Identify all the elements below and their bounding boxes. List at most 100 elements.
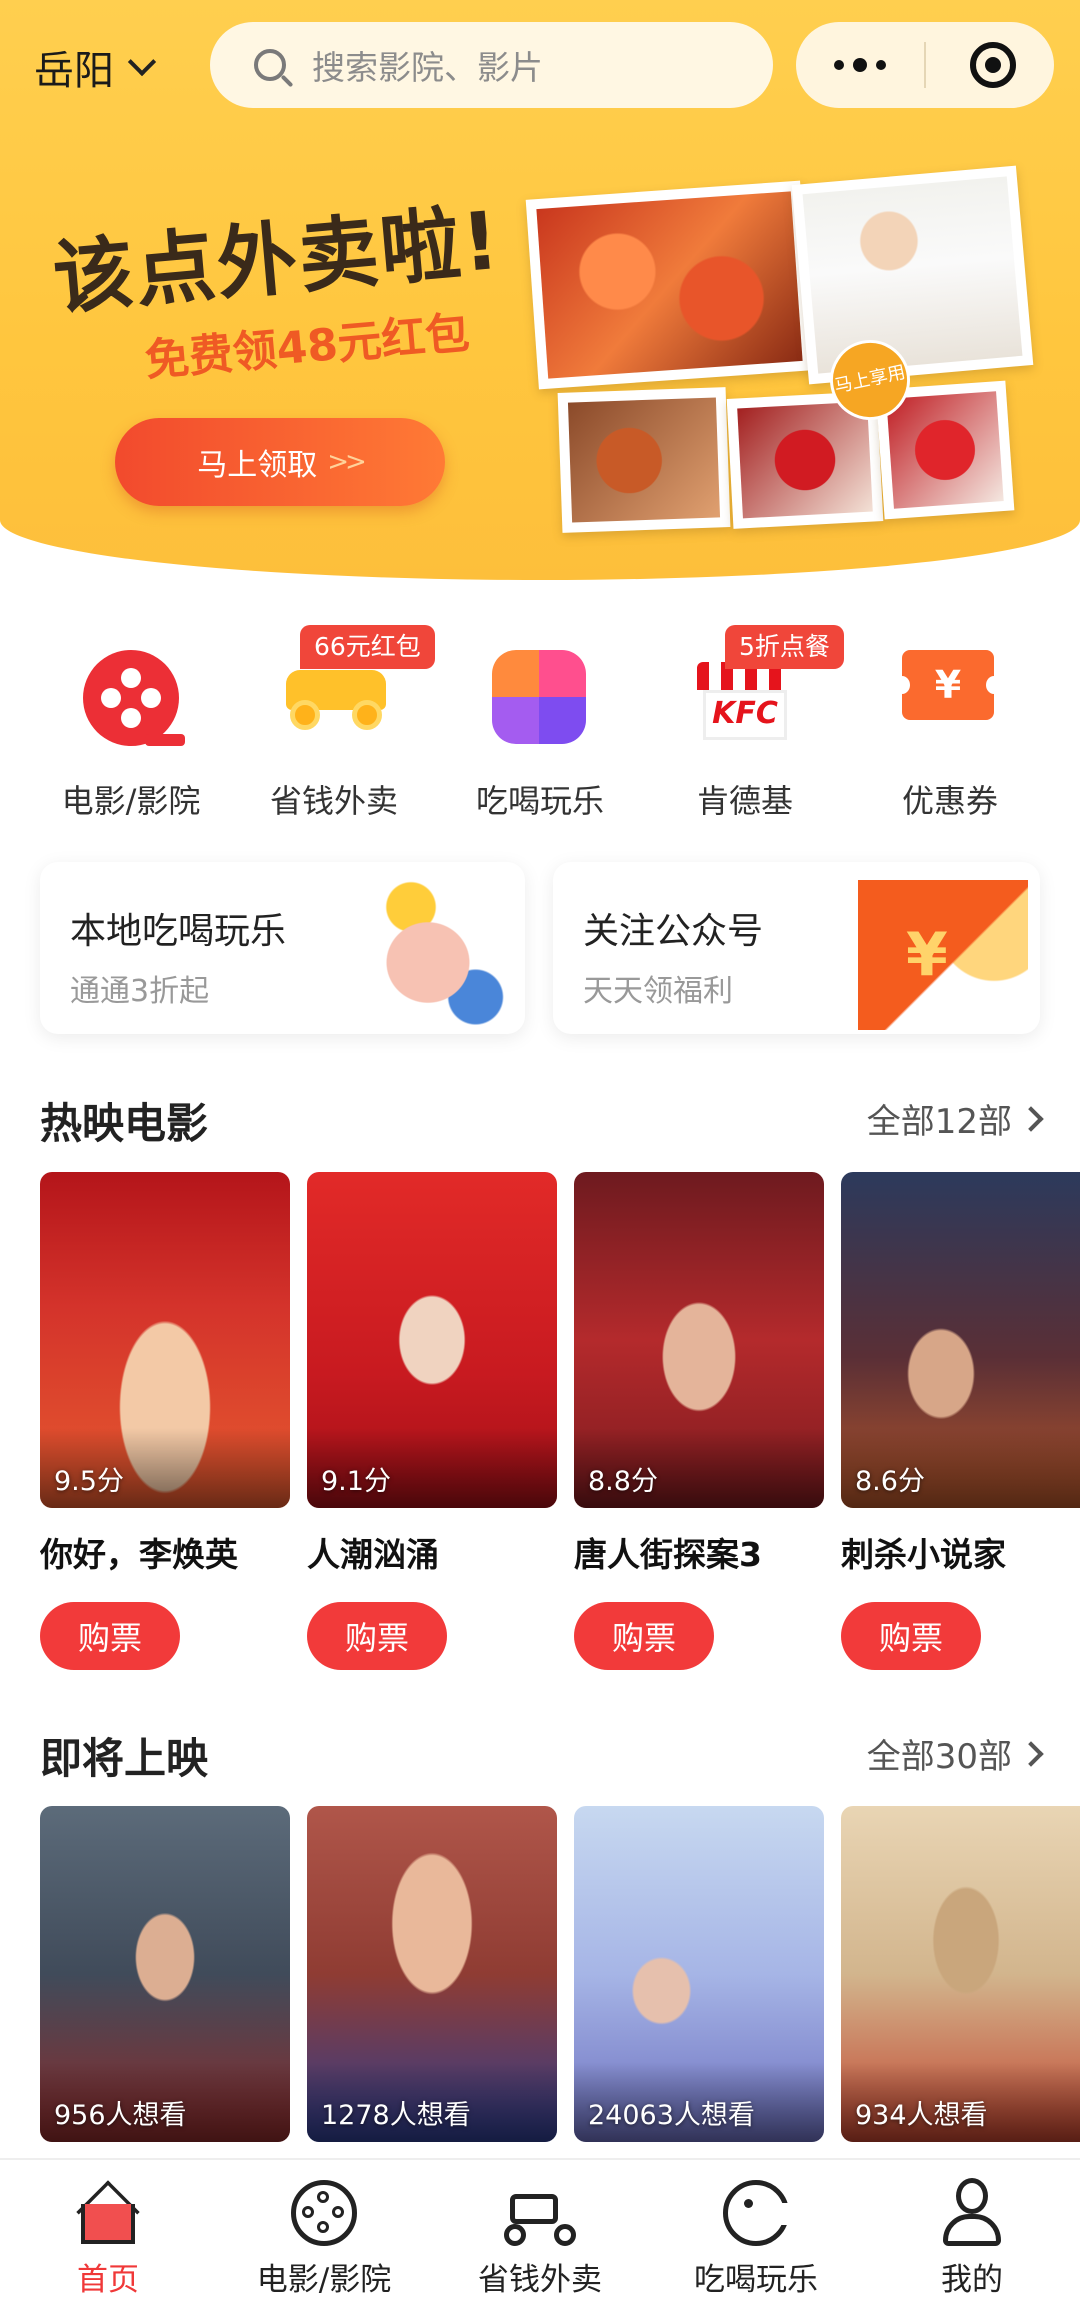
tab-label: 电影/影院 xyxy=(256,2262,392,2298)
kfc-logo-text: KFC xyxy=(712,696,778,731)
movie-score: 9.5分 xyxy=(54,1466,124,1497)
banner-food-photo-crayfish xyxy=(557,387,731,533)
want-to-see-count: 1278人想看 xyxy=(321,2100,471,2131)
red-envelope-illustration: ¥ xyxy=(858,880,1028,1030)
upcoming-movie-card[interactable]: 956人想看 xyxy=(40,1806,290,2142)
movie-score: 8.8分 xyxy=(588,1466,658,1497)
view-all-coming-soon-link[interactable]: 全部30部 xyxy=(866,1729,1044,1778)
entry-label: 省钱外卖 xyxy=(269,782,398,820)
want-to-see-count: 956人想看 xyxy=(54,2100,187,2131)
red-packet-badge: 66元红包 xyxy=(300,625,435,669)
upcoming-movie-card[interactable]: 934人想看 xyxy=(841,1806,1080,2142)
tab-label: 吃喝玩乐 xyxy=(694,2262,818,2298)
movie-poster[interactable]: 8.8分 xyxy=(574,1172,824,1508)
search-input[interactable]: 搜索影院、影片 xyxy=(210,22,773,108)
pig-mascot-illustration xyxy=(343,880,513,1030)
entry-label: 吃喝玩乐 xyxy=(475,782,604,820)
food-grid-icon xyxy=(492,650,586,744)
buy-ticket-button[interactable]: 购票 xyxy=(307,1602,447,1670)
city-label: 岳阳 xyxy=(34,48,114,94)
capsule-divider xyxy=(924,42,926,88)
movie-poster[interactable]: 956人想看 xyxy=(40,1806,290,2142)
coming-soon-header: 即将上映 全部30部 xyxy=(40,1725,1044,1795)
entry-coupons[interactable]: ¥ 优惠券 xyxy=(860,625,1040,822)
quick-entry-row: 电影/影院 66元红包 省钱外卖 吃喝玩乐 5折点餐 KFC 肯德基 ¥ 优惠券 xyxy=(0,625,1080,825)
movie-poster[interactable]: 8.6分 xyxy=(841,1172,1080,1508)
film-reel-icon xyxy=(291,2180,357,2246)
buy-ticket-button[interactable]: 购票 xyxy=(841,1602,981,1670)
search-placeholder: 搜索影院、影片 xyxy=(312,48,543,87)
buy-ticket-button[interactable]: 购票 xyxy=(40,1602,180,1670)
double-arrow-icon: >> xyxy=(327,447,367,477)
movie-poster[interactable]: 1278人想看 xyxy=(307,1806,557,2142)
tab-home[interactable]: 首页 xyxy=(0,2160,216,2304)
scooter-icon xyxy=(504,2180,576,2246)
movie-title: 人潮汹涌 xyxy=(307,1535,439,1574)
tab-label: 我的 xyxy=(941,2262,1003,2298)
entry-takeout[interactable]: 66元红包 省钱外卖 xyxy=(244,625,435,822)
search-icon xyxy=(254,49,286,81)
want-to-see-count: 934人想看 xyxy=(855,2100,988,2131)
buy-ticket-button[interactable]: 购票 xyxy=(574,1602,714,1670)
movie-card[interactable]: 9.1分 人潮汹涌 购票 xyxy=(307,1172,557,1670)
view-all-now-showing-link[interactable]: 全部12部 xyxy=(866,1094,1044,1143)
city-selector[interactable]: 岳阳 xyxy=(34,38,157,96)
coming-soon-list: 956人想看 1278人想看 24063人想看 934人想看 xyxy=(40,1806,1080,2146)
upcoming-movie-card[interactable]: 24063人想看 xyxy=(574,1806,824,2142)
movie-card[interactable]: 8.6分 刺杀小说家 购票 xyxy=(841,1172,1080,1670)
now-showing-list: 9.5分 你好，李焕英 购票 9.1分 人潮汹涌 购票 8.8分 唐人街探案3 … xyxy=(40,1172,1080,1692)
entry-label: 电影/影院 xyxy=(61,782,201,820)
view-all-label: 全部12部 xyxy=(866,1102,1012,1142)
promo-card-subtitle: 天天领福利 xyxy=(583,974,733,1009)
claim-now-button[interactable]: 马上领取 >> xyxy=(115,418,445,506)
chevron-right-icon xyxy=(1018,1105,1044,1132)
promo-card-title: 本地吃喝玩乐 xyxy=(70,911,287,952)
movie-card[interactable]: 9.5分 你好，李焕英 购票 xyxy=(40,1172,290,1670)
film-reel-icon xyxy=(83,650,185,746)
section-title: 热映电影 xyxy=(40,1099,209,1148)
now-showing-header: 热映电影 全部12部 xyxy=(40,1090,1044,1160)
tab-label: 省钱外卖 xyxy=(478,2262,602,2298)
entry-food-fun[interactable]: 吃喝玩乐 xyxy=(450,625,630,822)
entry-kfc[interactable]: 5折点餐 KFC 肯德基 xyxy=(655,625,844,822)
promo-card-follow-account[interactable]: 关注公众号 天天领福利 ¥ xyxy=(553,862,1040,1034)
banner-photo-woman-eating xyxy=(791,165,1034,385)
promo-card-subtitle: 通通3折起 xyxy=(70,974,210,1009)
chevron-down-icon xyxy=(127,47,157,77)
movie-poster[interactable]: 934人想看 xyxy=(841,1806,1080,2142)
entry-label: 肯德基 xyxy=(696,782,793,820)
movie-poster[interactable]: 9.1分 xyxy=(307,1172,557,1508)
section-title: 即将上映 xyxy=(40,1734,209,1783)
movie-poster[interactable]: 24063人想看 xyxy=(574,1806,824,2142)
tab-movies[interactable]: 电影/影院 xyxy=(216,2160,432,2304)
promo-card-local-deals[interactable]: 本地吃喝玩乐 通通3折起 xyxy=(40,862,525,1034)
tab-profile[interactable]: 我的 xyxy=(864,2160,1080,2304)
discount-badge: 5折点餐 xyxy=(725,625,844,669)
yuan-glyph: ¥ xyxy=(906,920,948,990)
entry-movies[interactable]: 电影/影院 xyxy=(41,625,221,822)
tab-takeout[interactable]: 省钱外卖 xyxy=(432,2160,648,2304)
bottom-tab-bar: 首页 电影/影院 省钱外卖 吃喝玩乐 我的 xyxy=(0,2158,1080,2304)
app-page: 岳阳 搜索影院、影片 该点外卖啦! 免费领48元红包 马上领取 >> 马上享用 … xyxy=(0,0,1080,2304)
more-menu-icon[interactable] xyxy=(796,58,924,72)
upcoming-movie-card[interactable]: 1278人想看 xyxy=(307,1806,557,2142)
movie-score: 8.6分 xyxy=(855,1466,925,1497)
view-all-label: 全部30部 xyxy=(866,1737,1012,1777)
coupon-icon: ¥ xyxy=(894,650,1002,720)
home-icon xyxy=(73,2180,143,2244)
movie-card[interactable]: 8.8分 唐人街探案3 购票 xyxy=(574,1172,824,1670)
claim-now-label: 马上领取 xyxy=(197,448,318,483)
user-icon xyxy=(939,2178,1005,2248)
miniprogram-capsule xyxy=(796,22,1054,108)
pacman-icon xyxy=(723,2180,789,2246)
promo-card-title: 关注公众号 xyxy=(583,911,764,952)
chevron-right-icon xyxy=(1018,1740,1044,1767)
movie-title: 唐人街探案3 xyxy=(574,1535,762,1574)
header-banner-area: 岳阳 搜索影院、影片 该点外卖啦! 免费领48元红包 马上领取 >> 马上享用 xyxy=(0,0,1080,580)
movie-poster[interactable]: 9.5分 xyxy=(40,1172,290,1508)
movie-title: 你好，李焕英 xyxy=(40,1535,238,1574)
entry-label: 优惠券 xyxy=(901,782,998,820)
want-to-see-count: 24063人想看 xyxy=(588,2100,755,2131)
close-miniprogram-icon[interactable] xyxy=(970,42,1016,88)
tab-food-fun[interactable]: 吃喝玩乐 xyxy=(648,2160,864,2304)
